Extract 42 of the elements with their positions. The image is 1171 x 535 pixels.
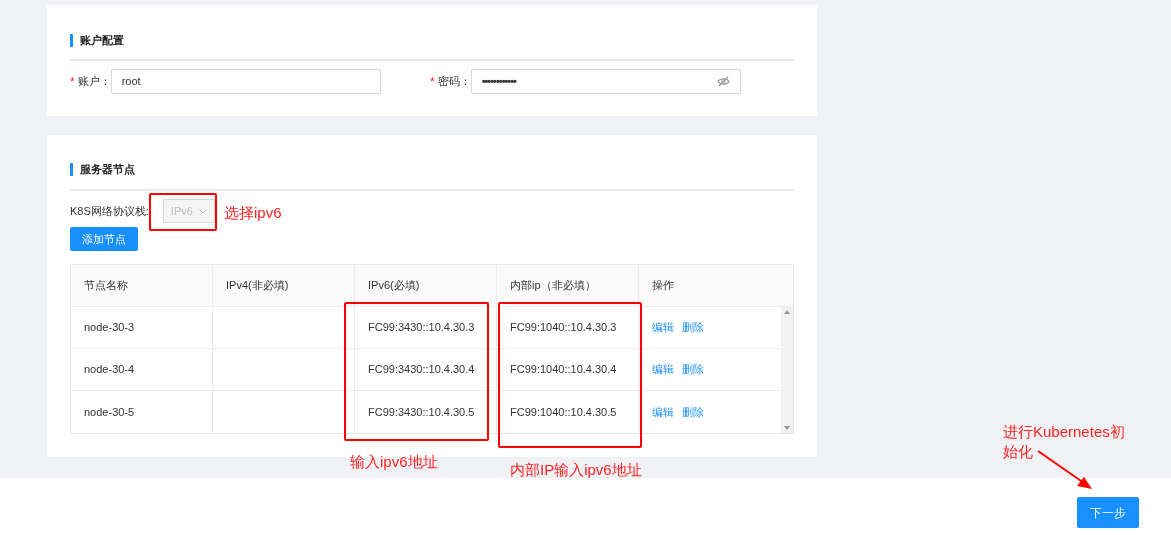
delete-link[interactable]: 删除: [682, 319, 704, 336]
highlight-box: [149, 193, 217, 231]
table-cell-text: FC99:1040::10.4.30.5: [510, 404, 617, 420]
scroll-down-icon[interactable]: [784, 426, 790, 430]
column-header: 内部ip（非必填）: [497, 265, 639, 306]
annotation-text: 进行Kubernetes初始化: [1003, 422, 1126, 462]
table-cell-text: FC99:3430::10.4.30.5: [368, 404, 475, 420]
eye-off-icon[interactable]: [716, 76, 730, 87]
edit-link[interactable]: 编辑: [652, 361, 674, 378]
table-cell-text: node-30-3: [84, 320, 135, 336]
edit-link[interactable]: 编辑: [652, 319, 674, 336]
protocol-label: K8S网络协议栈:: [70, 203, 149, 219]
column-header: IPv6(必填): [355, 265, 497, 306]
account-field[interactable]: root: [110, 69, 381, 94]
password-field[interactable]: ••••••••••••: [470, 69, 741, 94]
column-header: IPv4(非必填): [213, 265, 355, 306]
scrollbar[interactable]: [781, 307, 793, 433]
table-cell-text: FC99:3430::10.4.30.4: [368, 362, 475, 378]
field-label: 账户：: [77, 74, 111, 90]
delete-link[interactable]: 删除: [682, 403, 704, 421]
annotation-text: 输入ipv6地址: [350, 452, 438, 472]
annotation-text: 选择ipv6: [224, 203, 282, 223]
scroll-up-icon[interactable]: [784, 310, 790, 314]
column-header: 操作: [651, 278, 675, 294]
next-button[interactable]: 下一步: [1077, 497, 1139, 528]
table-cell-text: FC99:1040::10.4.30.3: [510, 320, 617, 336]
table-cell-text: node-30-4: [84, 362, 135, 378]
annotation-arrow: [1037, 450, 1092, 489]
section-title: 服务器节点: [70, 163, 794, 176]
table-cell-text: node-30-5: [84, 404, 135, 420]
table-cell-text: FC99:1040::10.4.30.4: [510, 362, 617, 378]
annotation-text: 内部IP输入ipv6地址: [510, 460, 642, 480]
required-mark: *: [70, 73, 75, 91]
add-node-button[interactable]: 添加节点: [70, 227, 138, 251]
required-mark: *: [430, 73, 435, 91]
column-header: 节点名称: [71, 265, 213, 306]
edit-link[interactable]: 编辑: [652, 403, 674, 421]
table-cell-text: FC99:3430::10.4.30.3: [368, 320, 475, 336]
chevron-icon: [198, 208, 207, 214]
field-label: 密码：: [437, 74, 471, 90]
delete-link[interactable]: 删除: [682, 361, 704, 378]
section-title: 账户配置: [70, 34, 794, 47]
